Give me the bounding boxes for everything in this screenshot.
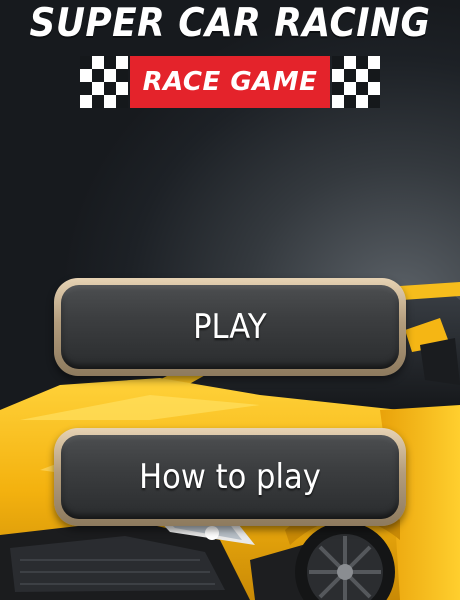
subtitle-row: RACE GAME	[80, 56, 380, 108]
how-to-play-button-face[interactable]: How to play	[61, 435, 399, 519]
game-title: SUPER CAR RACING	[29, 1, 431, 46]
how-to-play-button-label: How to play	[139, 457, 321, 497]
subtitle-badge: RACE GAME	[130, 56, 330, 108]
play-button-face[interactable]: PLAY	[61, 285, 399, 369]
checkered-flag-icon	[332, 56, 380, 108]
play-button[interactable]: PLAY	[54, 278, 406, 376]
checkered-flag-icon	[80, 56, 128, 108]
play-button-label: PLAY	[193, 307, 267, 347]
how-to-play-button[interactable]: How to play	[54, 428, 406, 526]
main-menu-screen: SUPER CAR RACING RACE GAME PLAY How to p…	[0, 0, 460, 600]
